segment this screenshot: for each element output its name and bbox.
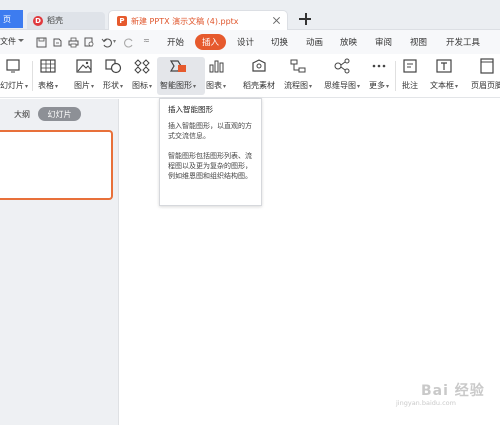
ribbon-separator xyxy=(395,61,396,91)
flowchart-button[interactable]: 流程图 xyxy=(284,58,312,91)
material-button[interactable]: 稻壳素材 xyxy=(243,58,275,91)
picture-icon xyxy=(76,59,92,73)
shapes-icon xyxy=(105,59,122,74)
mindmap-button[interactable]: 思维导图 xyxy=(324,58,360,91)
shapes-label: 形状 xyxy=(103,80,123,91)
menu-review[interactable]: 审阅 xyxy=(375,36,392,48)
chart-button[interactable]: 图表 xyxy=(206,58,226,91)
print-icon[interactable] xyxy=(68,37,79,48)
icons-label: 图标 xyxy=(132,80,152,91)
textbox-label: 文本框 xyxy=(430,80,458,91)
menu-bar: 文件 ▾ ≂ 开始 插入 设计 切换 动画 放映 审阅 视图 开发工具 xyxy=(0,30,500,54)
material-label: 稻壳素材 xyxy=(243,81,275,90)
flowchart-label: 流程图 xyxy=(284,80,312,91)
more-icon xyxy=(372,64,386,68)
smartart-tooltip: 插入智能图形 插入智能图形，以直观的方式交流信息。 智能图形包括图形列表、流程图… xyxy=(159,98,262,206)
tab-document[interactable]: P 新建 PPTX 演示文稿 (4).pptx xyxy=(108,10,288,31)
menu-slideshow[interactable]: 放映 xyxy=(340,36,357,48)
watermark-url: jingyan.baidu.com xyxy=(396,399,456,407)
tab-daoke[interactable]: D 稻壳 xyxy=(27,12,105,29)
pptx-file-icon: P xyxy=(117,16,127,26)
more-label: 更多 xyxy=(369,80,389,91)
watermark-text: Bai 经验 xyxy=(421,383,485,399)
print-preview-icon[interactable] xyxy=(84,37,95,48)
tooltip-description: 插入智能图形，以直观的方式交流信息。 xyxy=(168,122,252,140)
menu-view[interactable]: 视图 xyxy=(410,36,427,48)
menu-transition[interactable]: 切换 xyxy=(271,36,288,48)
chart-icon xyxy=(209,60,224,73)
chart-label: 图表 xyxy=(206,80,226,91)
header-footer-button[interactable]: 页眉页脚 xyxy=(471,58,500,91)
tooltip-title: 插入智能图形 xyxy=(168,105,213,114)
comment-label: 批注 xyxy=(402,81,418,90)
comment-icon xyxy=(403,59,417,73)
ribbon-separator xyxy=(32,61,33,91)
new-slide-button[interactable]: 幻灯片 xyxy=(0,58,28,91)
textbox-icon xyxy=(436,59,452,73)
picture-button[interactable]: 图片 xyxy=(74,58,94,91)
smartart-icon xyxy=(169,60,186,72)
icons-icon xyxy=(134,59,150,74)
tab-outline[interactable]: 大纲 xyxy=(14,109,30,120)
tab-slides[interactable]: 幻灯片 xyxy=(38,107,81,121)
undo-dropdown-icon[interactable]: ▾ xyxy=(113,38,116,45)
slide-thumbnail[interactable] xyxy=(0,130,113,200)
baidu-watermark: Bai 经验 jingyan.baidu.com xyxy=(396,372,496,412)
textbox-button[interactable]: 文本框 xyxy=(430,58,458,91)
file-menu[interactable]: 文件 xyxy=(0,36,24,47)
menu-design[interactable]: 设计 xyxy=(237,36,254,48)
tab-daoke-label: 稻壳 xyxy=(47,16,63,25)
smartart-label: 智能图形 xyxy=(160,80,196,91)
menu-insert-label: 插入 xyxy=(201,38,219,48)
close-icon[interactable] xyxy=(272,16,281,25)
export-icon[interactable] xyxy=(52,37,63,48)
table-label: 表格 xyxy=(38,80,58,91)
daoke-logo-icon: D xyxy=(33,15,43,26)
redo-icon[interactable] xyxy=(124,37,135,48)
tooltip-detail: 智能图形包括图形列表、流程图以及更为复杂的图形，例如维恩图和组织结构图。 xyxy=(168,152,252,180)
menu-insert[interactable]: 插入 xyxy=(195,34,226,50)
save-icon[interactable] xyxy=(36,37,47,48)
shapes-button[interactable]: 形状 xyxy=(103,58,123,91)
header-footer-label: 页眉页脚 xyxy=(471,81,500,90)
tab-slides-label: 幻灯片 xyxy=(47,109,72,119)
header-footer-icon xyxy=(480,58,494,74)
tab-home-label: 页 xyxy=(3,14,11,24)
table-icon xyxy=(40,59,56,73)
tab-document-label: 新建 PPTX 演示文稿 (4).pptx xyxy=(131,16,239,26)
new-tab-icon[interactable] xyxy=(299,13,312,26)
more-button[interactable]: 更多 xyxy=(369,58,389,91)
customize-toolbar-icon[interactable]: ≂ xyxy=(143,36,150,45)
flowchart-icon xyxy=(290,59,306,73)
menu-animation[interactable]: 动画 xyxy=(306,36,323,48)
picture-label: 图片 xyxy=(74,80,94,91)
slide-panel: 大纲 幻灯片 xyxy=(0,99,119,425)
icons-button[interactable]: 图标 xyxy=(132,58,152,91)
mindmap-label: 思维导图 xyxy=(324,80,360,91)
table-button[interactable]: 表格 xyxy=(38,58,58,91)
undo-icon[interactable] xyxy=(101,37,112,48)
mindmap-icon xyxy=(334,58,350,74)
smartart-button[interactable]: 智能图形 xyxy=(160,58,196,91)
comment-button[interactable]: 批注 xyxy=(401,58,419,91)
new-slide-icon xyxy=(6,59,20,73)
tab-home[interactable]: 页 xyxy=(0,10,23,28)
menu-developer[interactable]: 开发工具 xyxy=(446,36,480,48)
material-icon xyxy=(252,59,266,72)
tab-bar: 页 D 稻壳 P 新建 PPTX 演示文稿 (4).pptx xyxy=(0,0,500,31)
menu-home[interactable]: 开始 xyxy=(167,36,184,48)
new-slide-label: 幻灯片 xyxy=(0,80,28,91)
